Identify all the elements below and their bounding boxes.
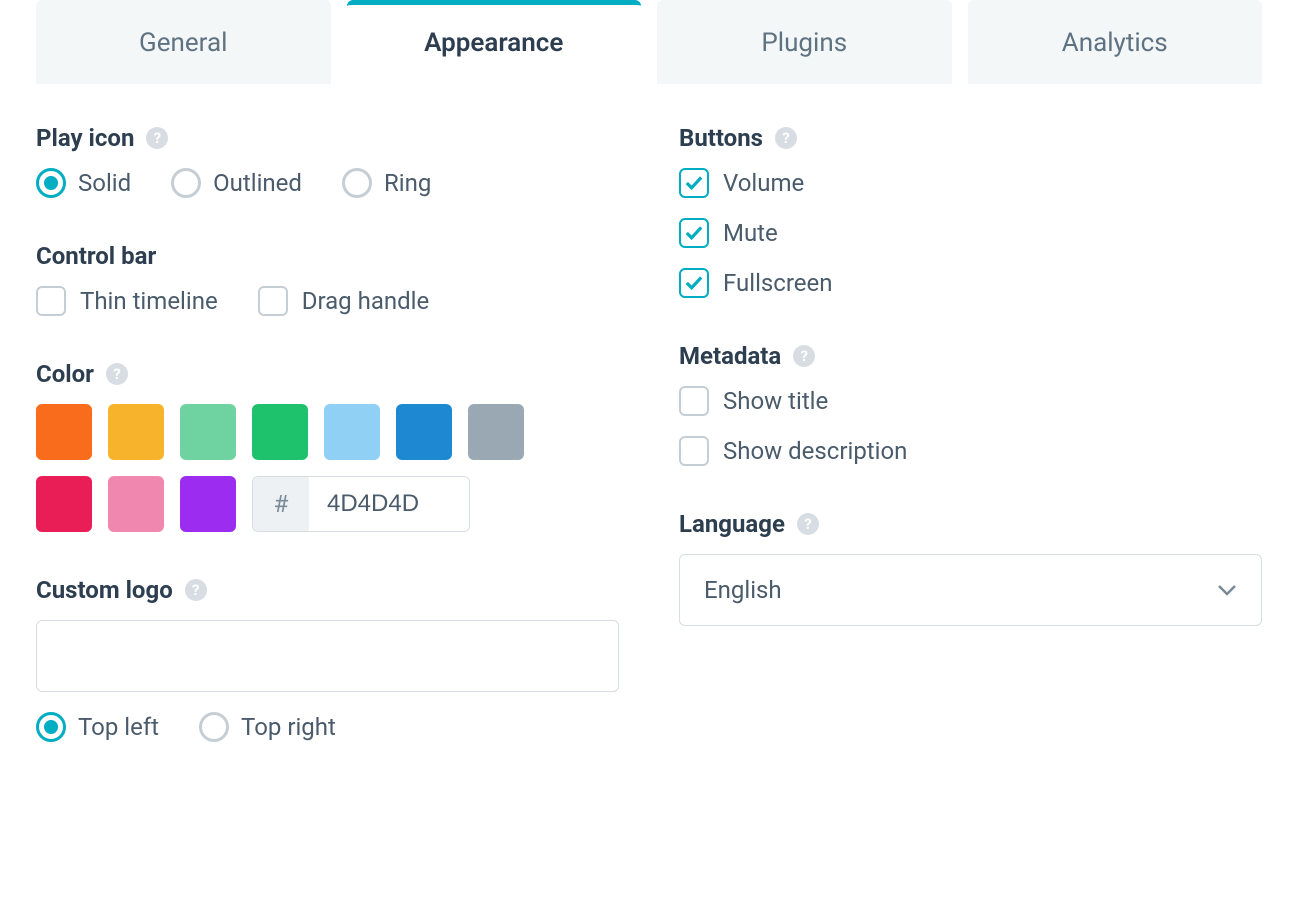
section-control-bar: Control bar Thin timeline Drag handle: [36, 242, 619, 316]
tab-plugins[interactable]: Plugins: [657, 0, 952, 84]
color-swatch-6[interactable]: [468, 404, 524, 460]
section-metadata: Metadata ? Show title Show description: [679, 342, 1262, 466]
tab-appearance[interactable]: Appearance: [347, 0, 642, 84]
custom-logo-input[interactable]: [36, 620, 619, 692]
checkbox-thin-timeline[interactable]: Thin timeline: [36, 286, 218, 316]
tab-analytics[interactable]: Analytics: [968, 0, 1263, 84]
section-color: Color ? #: [36, 360, 619, 532]
help-icon[interactable]: ?: [775, 127, 797, 149]
color-hex-input[interactable]: [309, 477, 469, 531]
section-buttons: Buttons ? Volume Mute Fullscreen: [679, 124, 1262, 298]
radio-play-outlined-label: Outlined: [213, 169, 302, 197]
control-bar-title: Control bar: [36, 242, 156, 270]
color-title: Color: [36, 360, 94, 388]
color-swatch-2[interactable]: [180, 404, 236, 460]
radio-play-outlined[interactable]: Outlined: [171, 168, 302, 198]
color-swatch-1[interactable]: [108, 404, 164, 460]
buttons-title: Buttons: [679, 124, 763, 152]
radio-logo-top-right[interactable]: Top right: [199, 712, 336, 742]
tabs: General Appearance Plugins Analytics: [36, 0, 1262, 84]
color-swatch-3[interactable]: [252, 404, 308, 460]
color-swatch-8[interactable]: [108, 476, 164, 532]
color-swatch-9[interactable]: [180, 476, 236, 532]
checkbox-show-description[interactable]: Show description: [679, 436, 1262, 466]
language-select-value: English: [704, 576, 782, 604]
tab-general[interactable]: General: [36, 0, 331, 84]
chevron-down-icon: [1217, 584, 1237, 596]
language-title: Language: [679, 510, 785, 538]
radio-play-ring[interactable]: Ring: [342, 168, 431, 198]
radio-play-solid-label: Solid: [78, 169, 131, 197]
radio-play-ring-label: Ring: [384, 169, 431, 197]
section-language: Language ? English: [679, 510, 1262, 626]
radio-logo-top-left[interactable]: Top left: [36, 712, 159, 742]
color-swatch-5[interactable]: [396, 404, 452, 460]
checkbox-show-description-label: Show description: [723, 437, 907, 465]
checkbox-mute-label: Mute: [723, 219, 778, 247]
radio-play-solid[interactable]: Solid: [36, 168, 131, 198]
metadata-title: Metadata: [679, 342, 781, 370]
color-hex-field: #: [252, 476, 470, 532]
color-swatch-0[interactable]: [36, 404, 92, 460]
play-icon-title: Play icon: [36, 124, 134, 152]
help-icon[interactable]: ?: [106, 363, 128, 385]
radio-logo-top-right-label: Top right: [241, 713, 336, 741]
checkbox-fullscreen[interactable]: Fullscreen: [679, 268, 1262, 298]
section-custom-logo: Custom logo ? Top left Top right: [36, 576, 619, 742]
help-icon[interactable]: ?: [146, 127, 168, 149]
section-play-icon: Play icon ? Solid Outlined Ring: [36, 124, 619, 198]
help-icon[interactable]: ?: [797, 513, 819, 535]
help-icon[interactable]: ?: [793, 345, 815, 367]
color-swatch-7[interactable]: [36, 476, 92, 532]
custom-logo-title: Custom logo: [36, 576, 173, 604]
checkbox-volume[interactable]: Volume: [679, 168, 1262, 198]
checkbox-fullscreen-label: Fullscreen: [723, 269, 832, 297]
checkbox-thin-timeline-label: Thin timeline: [80, 287, 218, 315]
checkbox-mute[interactable]: Mute: [679, 218, 1262, 248]
checkbox-volume-label: Volume: [723, 169, 804, 197]
hash-symbol: #: [253, 477, 309, 531]
help-icon[interactable]: ?: [185, 579, 207, 601]
checkbox-show-title-label: Show title: [723, 387, 828, 415]
radio-logo-top-left-label: Top left: [78, 713, 159, 741]
color-swatch-4[interactable]: [324, 404, 380, 460]
checkbox-show-title[interactable]: Show title: [679, 386, 1262, 416]
checkbox-drag-handle-label: Drag handle: [302, 287, 430, 315]
language-select[interactable]: English: [679, 554, 1262, 626]
checkbox-drag-handle[interactable]: Drag handle: [258, 286, 430, 316]
